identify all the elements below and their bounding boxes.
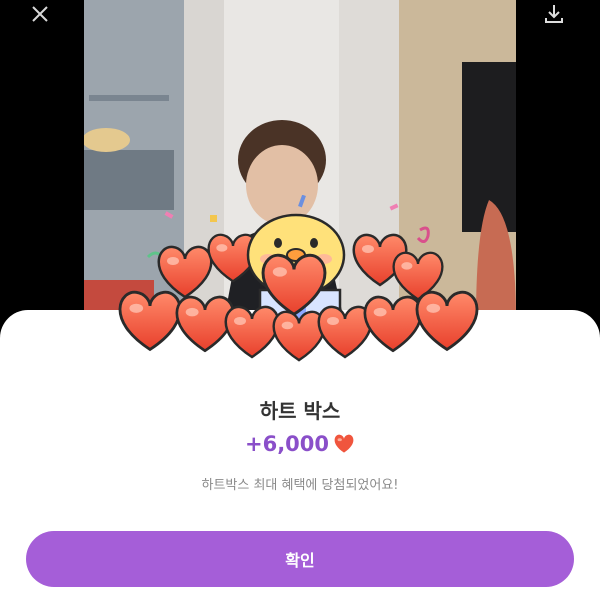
reward-description: 하트박스 최대 혜택에 당첨되었어요! xyxy=(201,478,399,493)
close-icon xyxy=(32,6,48,22)
confirm-button[interactable]: 확인 xyxy=(26,531,574,587)
download-icon xyxy=(545,5,563,23)
heart-box-illustration xyxy=(110,194,490,375)
reward-amount-row: +6,000 xyxy=(0,432,600,456)
close-button[interactable] xyxy=(22,0,58,28)
reward-amount: +6,000 xyxy=(244,432,330,456)
reward-title: 하트 박스 xyxy=(259,399,341,423)
confirm-button-label: 확인 xyxy=(285,551,315,570)
heart-icon xyxy=(334,434,354,453)
download-button[interactable] xyxy=(536,0,572,28)
